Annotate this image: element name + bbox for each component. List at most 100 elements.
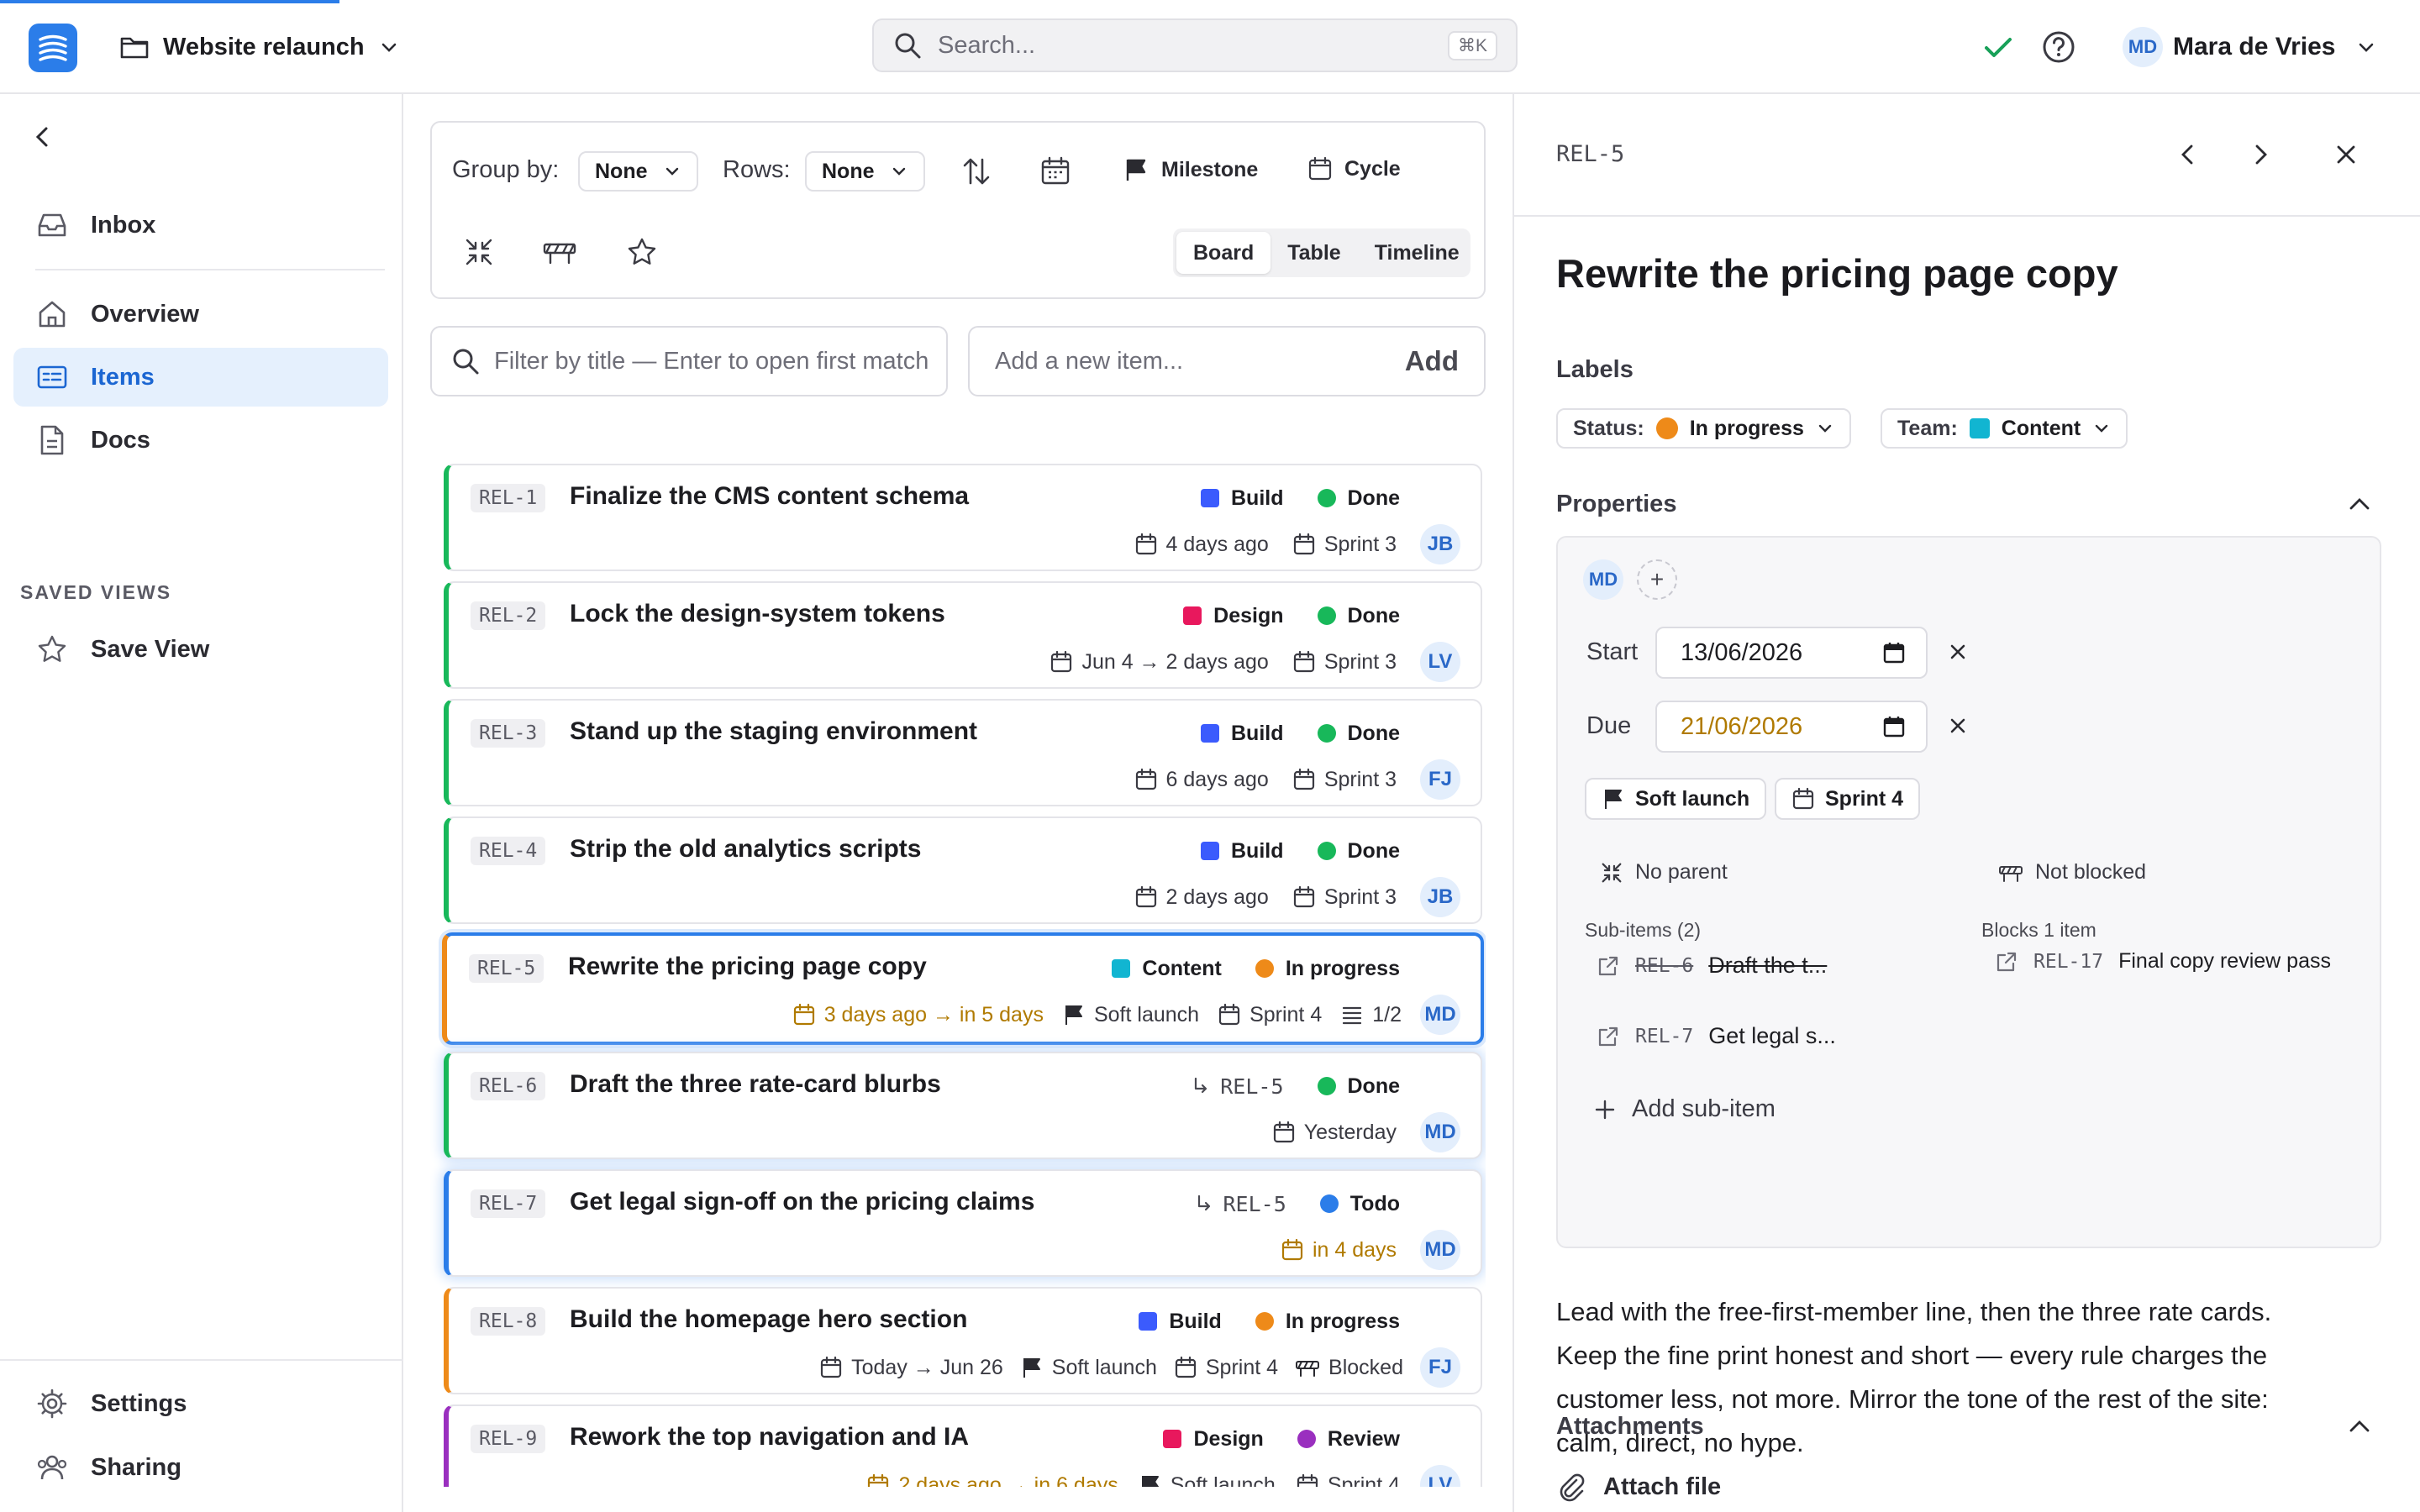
subitem-link[interactable]: REL-7 Get legal s...	[1597, 1023, 1836, 1049]
help-icon[interactable]	[2040, 29, 2077, 66]
team-select[interactable]: Team: Content	[1881, 408, 2128, 449]
chevron-down-icon	[1816, 419, 1834, 438]
tab-timeline[interactable]: Timeline	[1358, 232, 1476, 274]
sidebar-item-docs[interactable]: Docs	[13, 411, 388, 470]
tab-board[interactable]: Board	[1176, 232, 1271, 274]
add-item-input[interactable]: Add a new item... Add	[968, 326, 1486, 396]
sidebar-item-settings[interactable]: Settings	[13, 1374, 388, 1433]
sidebar-item-label: Inbox	[91, 211, 156, 239]
sidebar-item-sharing[interactable]: Sharing	[13, 1438, 388, 1497]
app-logo[interactable]	[29, 24, 77, 72]
clear-due-date-close-icon[interactable]	[1941, 709, 1975, 743]
cycle-label: Cycle	[1344, 156, 1401, 181]
project-switcher[interactable]: Website relaunch	[119, 25, 400, 69]
item-card[interactable]: REL-8 Build the homepage hero section Bu…	[444, 1287, 1482, 1394]
sidebar-item-label: Overview	[91, 300, 199, 328]
plus-icon	[1593, 1098, 1617, 1121]
filter-by-title-input[interactable]: Filter by title — Enter to open first ma…	[430, 326, 948, 396]
item-card[interactable]: REL-3 Stand up the staging environment B…	[444, 699, 1482, 806]
user-menu[interactable]: MD Mara de Vries	[2123, 27, 2377, 67]
status-label: In progress	[1285, 1309, 1400, 1333]
start-date-input[interactable]: 13/06/2026	[1655, 627, 1928, 679]
add-item-placeholder: Add a new item...	[995, 347, 1184, 375]
item-card[interactable]: REL-4 Strip the old analytics scripts Bu…	[444, 816, 1482, 924]
team-chip: Design	[1183, 604, 1284, 628]
sub-arrow-icon	[1195, 1194, 1213, 1214]
due-date-label: Due	[1586, 712, 1632, 739]
assignee-avatar: FJ	[1420, 1347, 1460, 1388]
blocks-item-key: REL-17	[2033, 950, 2104, 973]
blocked-status[interactable]: Not blocked	[1998, 860, 2146, 885]
status-dot	[1317, 724, 1336, 743]
attach-file-button[interactable]: Attach file	[1556, 1472, 1721, 1502]
milestone-filter-button[interactable]: Milestone	[1123, 156, 1258, 183]
sprint-tag[interactable]: Sprint 4	[1775, 778, 1921, 820]
sidebar-item-items[interactable]: Items	[13, 348, 388, 407]
flag-icon	[1062, 1003, 1086, 1026]
item-date: 2 days ago	[1165, 885, 1269, 909]
collapse-properties-chevron-up-icon[interactable]	[2346, 491, 2373, 517]
collapse-attachments-chevron-up-icon[interactable]	[2346, 1413, 2373, 1440]
previous-item-chevron-left-icon[interactable]	[2166, 133, 2210, 176]
item-title: Finalize the CMS content schema	[570, 482, 970, 510]
team-label: Content	[1142, 956, 1222, 980]
item-detail-panel: REL-5 Rewrite the pricing page copy Labe…	[1512, 94, 2420, 1512]
calendar-view-icon[interactable]	[1035, 151, 1076, 192]
add-assignee-button[interactable]: +	[1637, 559, 1677, 600]
team-color-swatch	[1163, 1430, 1182, 1448]
start-date-label: Start	[1586, 638, 1639, 665]
next-item-chevron-right-icon[interactable]	[2238, 133, 2282, 176]
item-title: Stand up the staging environment	[570, 717, 978, 745]
blocks-heading: Blocks 1 item	[1981, 919, 2096, 941]
rows-select[interactable]: None	[805, 151, 925, 192]
blocks-item-link[interactable]: REL-17 Final copy review pass	[1995, 949, 2331, 974]
calendar-warning-icon	[866, 1473, 890, 1487]
team-chip: Build	[1201, 839, 1284, 864]
top-bar: Website relaunch Search... ⌘K MD Mara de…	[0, 0, 2420, 94]
item-card[interactable]: REL-1 Finalize the CMS content schema Bu…	[444, 464, 1482, 571]
assignee-avatar: MD	[1420, 995, 1460, 1035]
sort-arrows-icon[interactable]	[956, 151, 997, 192]
sidebar: Inbox Overview Items Docs SAVED VIEWS Sa…	[0, 94, 403, 1512]
sidebar-item-inbox[interactable]: Inbox	[13, 196, 388, 255]
due-date-input[interactable]: 21/06/2026	[1655, 701, 1928, 753]
assignee-avatar[interactable]: MD	[1583, 559, 1623, 600]
assignee-avatar: LV	[1420, 642, 1460, 682]
collapse-sidebar-chevron-left-icon[interactable]	[29, 123, 57, 151]
collapse-arrows-icon[interactable]	[459, 232, 499, 272]
item-card[interactable]: REL-2 Lock the design-system tokens Desi…	[444, 581, 1482, 689]
blocked-barrier-icon[interactable]	[539, 232, 580, 272]
parent-link[interactable]: No parent	[1600, 860, 1728, 885]
item-card-selected[interactable]: REL-5 Rewrite the pricing page copy Cont…	[442, 932, 1484, 1045]
calendar-picker-icon	[1882, 715, 1906, 738]
close-icon[interactable]	[2324, 133, 2368, 176]
clear-start-date-close-icon[interactable]	[1941, 635, 1975, 669]
add-subitem-button[interactable]: Add sub-item	[1593, 1095, 1776, 1123]
item-card[interactable]: REL-6 Draft the three rate-card blurbs R…	[444, 1052, 1482, 1159]
add-item-button[interactable]: Add	[1405, 345, 1459, 377]
sidebar-item-overview[interactable]: Overview	[13, 285, 388, 344]
global-search[interactable]: Search... ⌘K	[872, 18, 1518, 72]
subitem-key: REL-7	[1635, 1025, 1694, 1047]
items-icon	[35, 360, 69, 394]
item-sprint: Sprint 3	[1323, 885, 1397, 909]
milestone-tag[interactable]: Soft launch	[1585, 778, 1767, 820]
favorite-star-icon[interactable]	[622, 232, 662, 272]
sharing-label: Sharing	[91, 1453, 182, 1481]
filter-placeholder: Filter by title — Enter to open first ma…	[494, 347, 928, 375]
item-card[interactable]: REL-9 Rework the top navigation and IA D…	[444, 1404, 1482, 1487]
subitem-link[interactable]: REL-6 Draft the t...	[1597, 953, 1827, 979]
tab-table[interactable]: Table	[1270, 232, 1357, 274]
status-select[interactable]: Status: In progress	[1556, 408, 1851, 449]
status-select-label: Status:	[1573, 416, 1644, 440]
item-card[interactable]: REL-7 Get legal sign-off on the pricing …	[444, 1169, 1482, 1277]
item-date: in 4 days	[1312, 1237, 1397, 1262]
cycle-filter-button[interactable]: Cycle	[1307, 156, 1401, 181]
group-by-select[interactable]: None	[578, 151, 698, 192]
calendar-icon	[1050, 650, 1073, 674]
detail-title[interactable]: Rewrite the pricing page copy	[1556, 250, 2118, 297]
sprint-calendar-icon	[1296, 1473, 1319, 1487]
status-label: Done	[1347, 603, 1401, 627]
save-view-button[interactable]: Save View	[13, 620, 388, 679]
chevron-down-icon	[2092, 419, 2111, 438]
